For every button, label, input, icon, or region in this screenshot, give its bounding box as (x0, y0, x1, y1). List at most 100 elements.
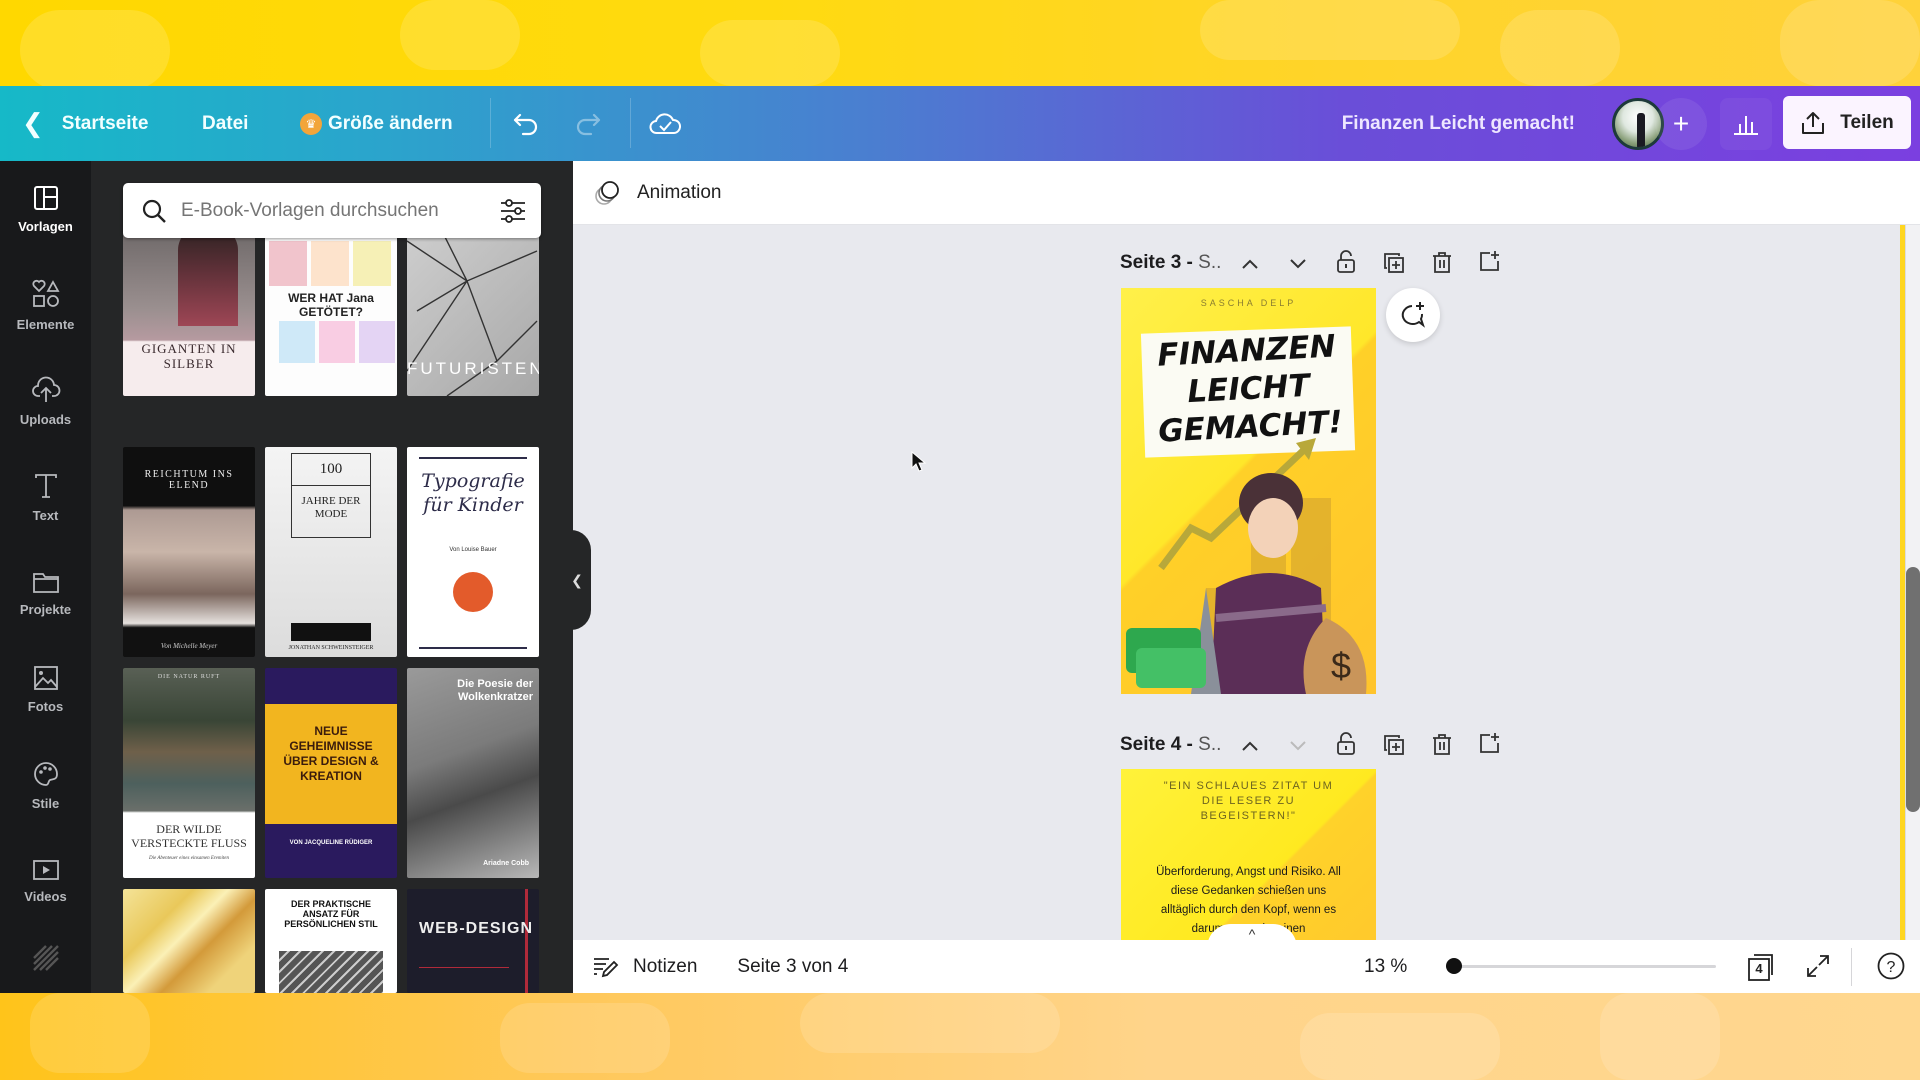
animation-label: Animation (637, 181, 722, 203)
share-label: Teilen (1840, 111, 1894, 133)
document-title[interactable]: Finanzen Leicht gemacht! (1342, 86, 1575, 161)
add-collaborator-button[interactable]: + (1655, 98, 1707, 150)
svg-text:$: $ (1331, 645, 1351, 686)
page-4-lock-button[interactable] (1333, 731, 1359, 757)
page-4-quote: "EIN SCHLAUES ZITAT UM DIE LESER ZU BEGE… (1163, 780, 1334, 822)
page-4-duplicate-button[interactable] (1381, 732, 1407, 758)
duplicate-icon (1384, 735, 1404, 755)
notes-button[interactable]: Notizen (593, 956, 697, 978)
chevron-up-icon (1242, 259, 1258, 269)
comment-plus-icon (1401, 302, 1425, 328)
sidebar-more-apps[interactable] (0, 931, 91, 991)
animation-button[interactable]: Animation (593, 178, 722, 208)
page-3-move-up-button[interactable] (1237, 251, 1263, 277)
filter-sliders-icon[interactable] (499, 198, 527, 224)
page-4-add-page-button[interactable] (1477, 730, 1503, 756)
mouse-cursor-icon (911, 451, 927, 472)
sidebar-label: Stile (31, 795, 60, 811)
collapse-panel-button[interactable]: ❮ (563, 530, 591, 630)
template-card[interactable]: REICHTUM INS ELEND Von Michelle Meyer (123, 447, 255, 657)
page-4-delete-button[interactable] (1429, 732, 1455, 758)
page-4-canvas[interactable]: "EIN SCHLAUES ZITAT UM DIE LESER ZU BEGE… (1121, 769, 1376, 941)
sidebar-item-templates[interactable]: Vorlagen (0, 161, 91, 257)
sidebar-item-photos[interactable]: Fotos (0, 641, 91, 737)
template-kicker: DIE NATUR RUFT (157, 674, 221, 680)
template-card[interactable]: FUTURISTEN (407, 221, 539, 396)
sidebar-item-text[interactable]: Text (0, 449, 91, 545)
template-search-input[interactable] (181, 199, 499, 222)
editor-header: ❮ Startseite Datei ♛ Größe ändern Finanz… (0, 86, 1920, 161)
template-card[interactable]: DIE NATUR RUFT DER WILDE VERSTECKTE FLUS… (123, 668, 255, 878)
help-icon: ? (1877, 952, 1905, 980)
zoom-slider[interactable] (1445, 958, 1716, 974)
page-3-lock-button[interactable] (1333, 249, 1359, 275)
page-count: 4 (1755, 961, 1763, 976)
page-4-move-down-button[interactable] (1285, 733, 1311, 759)
page-3-move-down-button[interactable] (1285, 251, 1311, 277)
cloud-saved-icon (649, 112, 681, 134)
canvas-scrollbar-thumb[interactable] (1906, 567, 1920, 812)
page-3-canvas[interactable]: SASCHA DELP FINANZEN LEICHT GEMACHT! $ (1121, 288, 1376, 694)
share-button[interactable]: Teilen (1783, 96, 1911, 149)
grid-view-button[interactable]: 4 (1746, 951, 1778, 983)
expand-icon (1807, 955, 1829, 977)
sidebar-item-elements[interactable]: Elemente (0, 257, 91, 353)
template-card[interactable] (123, 889, 255, 993)
template-card[interactable]: Die Poesie der Wolkenkratzer Ariadne Cob… (407, 668, 539, 878)
redo-button[interactable] (568, 86, 608, 161)
page-3-title[interactable]: Seite 3 - S.. (1120, 252, 1221, 274)
template-title: DER WILDE VERSTECKTE FLUSS (131, 822, 247, 850)
sidebar-item-styles[interactable]: Stile (0, 737, 91, 833)
notes-icon (594, 957, 619, 977)
upload-cloud-icon (31, 376, 60, 402)
add-comment-button[interactable] (1386, 288, 1440, 342)
sidebar-label: Fotos (27, 698, 64, 714)
editor-footer: Notizen Seite 3 von 4 13 % 4 ? (573, 940, 1920, 993)
template-author: Von Michelle Meyer (160, 642, 218, 650)
sidebar-item-videos[interactable]: Videos (0, 833, 91, 929)
template-card[interactable]: NEUE GEHEIMNISSE ÜBER DESIGN & KREATION … (265, 668, 397, 878)
template-card[interactable]: Typografie für Kinder Von Louise Bauer (407, 447, 539, 657)
page-3-add-page-button[interactable] (1477, 248, 1503, 274)
home-back-button[interactable]: ❮ Startseite (22, 86, 148, 161)
page-4-title[interactable]: Seite 4 - S.. (1120, 734, 1221, 756)
cover-illustration: $ (1126, 438, 1367, 694)
folder-icon (32, 572, 59, 593)
trash-icon (1433, 252, 1451, 273)
template-card[interactable]: WER HAT Jana GETÖTET? (265, 221, 397, 396)
template-card[interactable]: 100 JAHRE DER MODE JONATHAN SCHWEINSTEIG… (265, 447, 397, 657)
page-4-move-up-button[interactable] (1237, 733, 1263, 759)
sidebar-label: Uploads (19, 411, 72, 427)
bar-chart-icon (1734, 116, 1758, 135)
fullscreen-button[interactable] (1805, 953, 1831, 984)
add-page-icon (1480, 251, 1499, 271)
sidebar-item-projects[interactable]: Projekte (0, 545, 91, 641)
template-title: NEUE GEHEIMNISSE ÜBER DESIGN & KREATION (283, 724, 379, 783)
file-menu-button[interactable]: Datei (202, 86, 248, 161)
cloud-save-status[interactable] (645, 86, 685, 161)
chevron-left-icon: ❮ (571, 571, 583, 588)
header-divider (630, 98, 631, 148)
page-3-delete-button[interactable] (1429, 250, 1455, 276)
undo-icon (513, 113, 538, 135)
template-card[interactable]: GIGANTEN IN SILBER (123, 221, 255, 396)
zoom-percentage[interactable]: 13 % (1364, 956, 1407, 978)
template-title: WER HAT Jana GETÖTET? (288, 291, 374, 319)
palette-icon (33, 761, 58, 786)
template-title: WEB-DESIGN (419, 920, 533, 937)
insights-button[interactable] (1720, 98, 1772, 150)
resize-button[interactable]: ♛ Größe ändern (300, 86, 453, 161)
zoom-slider-handle[interactable] (1445, 958, 1462, 974)
template-card[interactable]: WEB-DESIGN (407, 889, 539, 993)
undo-button[interactable] (506, 86, 546, 161)
desktop-background-bottom (0, 993, 1920, 1080)
sidebar-item-uploads[interactable]: Uploads (0, 353, 91, 449)
template-title: DER PRAKTISCHE ANSATZ FÜR PERSÖNLICHEN S… (284, 899, 378, 929)
page-3-duplicate-button[interactable] (1381, 250, 1407, 276)
photo-icon (33, 665, 58, 690)
share-upload-icon (1802, 111, 1825, 134)
help-button[interactable]: ? (1876, 951, 1906, 986)
template-card[interactable]: DER PRAKTISCHE ANSATZ FÜR PERSÖNLICHEN S… (265, 889, 397, 993)
template-search-box[interactable] (123, 183, 541, 238)
template-title: FUTURISTEN (407, 359, 539, 378)
